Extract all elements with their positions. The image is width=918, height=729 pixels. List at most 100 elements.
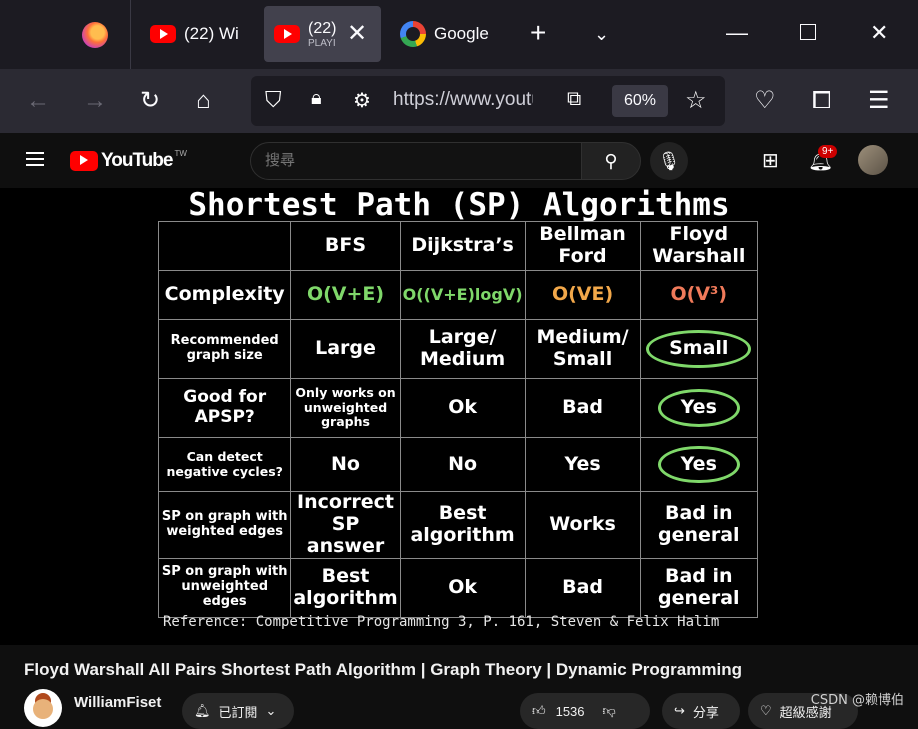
- youtube-play-icon: [70, 151, 98, 171]
- shield-icon[interactable]: ⛉: [265, 87, 282, 113]
- table-cell: Large/ Medium: [399, 319, 526, 379]
- table-cell: Bad in general: [639, 491, 759, 559]
- youtube-favicon-icon: [274, 25, 300, 43]
- bell-icon: 🔔︎: [194, 703, 211, 718]
- address-bar[interactable]: ⛉ 🔒︎ ⚙ https://www.youtu ⧉ 60% ☆: [251, 76, 725, 126]
- table-cell: No: [399, 437, 526, 492]
- highlight-circle: Yes: [657, 445, 740, 484]
- complexity-cell: O(VE): [524, 270, 641, 320]
- table-cell: Small: [639, 319, 759, 379]
- table-cell: Bad in general: [639, 557, 759, 618]
- firefox-icon[interactable]: [82, 22, 108, 48]
- forward-icon[interactable]: →: [83, 87, 107, 115]
- close-window-icon[interactable]: ✕: [870, 20, 888, 46]
- like-count: 1536: [555, 703, 585, 719]
- table-row: Recommended graph size Large Large/ Medi…: [157, 319, 759, 379]
- table-cell: Only works on unweighted graphs: [290, 378, 401, 438]
- super-thanks-icon: ♡: [760, 703, 772, 718]
- tab-google[interactable]: Google: [400, 6, 500, 62]
- row-label: Good for APSP?: [157, 378, 292, 438]
- table-cell: Bad: [524, 557, 641, 618]
- extensions-icon[interactable]: ⧠: [812, 87, 831, 115]
- picture-in-picture-icon[interactable]: ⧉: [567, 88, 581, 111]
- microphone-icon: 🎙︎: [657, 151, 681, 171]
- url-text[interactable]: https://www.youtu: [393, 89, 533, 111]
- table-corner-cell: [157, 221, 292, 271]
- column-header: Bellman Ford: [524, 221, 641, 271]
- table-cell: Ok: [399, 378, 526, 438]
- table-cell: Large: [290, 319, 401, 379]
- maximize-icon[interactable]: [800, 24, 816, 40]
- complexity-cell: O((V+E)logV): [399, 270, 526, 320]
- row-label: Can detect negative cycles?: [157, 437, 292, 492]
- table-cell: Yes: [639, 437, 759, 492]
- youtube-header: YouTube TW ⚲ 🎙︎ ⊞ 🔔︎ 9+: [0, 133, 918, 188]
- account-avatar[interactable]: [858, 145, 888, 175]
- subscribed-button[interactable]: 🔔︎ 已訂閱 ⌄: [182, 693, 294, 729]
- google-favicon-icon: [400, 21, 426, 47]
- slide-title: Shortest Path (SP) Algorithms: [188, 187, 730, 223]
- video-player[interactable]: Shortest Path (SP) Algorithms BFS Dijkst…: [0, 188, 918, 645]
- youtube-favicon-icon: [150, 25, 176, 43]
- bookmark-star-icon[interactable]: ☆: [685, 86, 707, 115]
- tab-playing-label: PLAYI: [308, 37, 336, 49]
- video-info: Floyd Warshall All Pairs Shortest Path A…: [0, 645, 918, 729]
- tab-text: (22) PLAYI: [308, 20, 344, 49]
- row-label: SP on graph with weighted edges: [157, 491, 292, 559]
- home-icon[interactable]: ⌂: [196, 87, 211, 115]
- close-tab-icon[interactable]: ✕: [347, 19, 367, 48]
- table-row: Complexity O(V+E) O((V+E)logV) O(VE) O(V…: [157, 270, 759, 320]
- tab-youtube-1[interactable]: (22) Wi: [150, 6, 260, 62]
- algorithms-comparison-table: BFS Dijkstra’s Bellman Ford Floyd Warsha…: [157, 221, 759, 618]
- back-icon[interactable]: ←: [26, 87, 50, 115]
- voice-search-button[interactable]: 🎙︎: [650, 142, 688, 180]
- thumbs-down-icon: 👎︎: [602, 703, 616, 718]
- row-label: Recommended graph size: [157, 319, 292, 379]
- create-video-icon[interactable]: ⊞: [762, 148, 779, 173]
- search-button[interactable]: ⚲: [581, 142, 641, 180]
- search-input[interactable]: [265, 151, 565, 169]
- zoom-level[interactable]: 60%: [612, 85, 668, 117]
- pocket-icon[interactable]: ♡: [754, 87, 776, 115]
- lock-icon[interactable]: 🔒︎: [311, 87, 322, 110]
- complexity-cell: O(V³): [639, 270, 759, 320]
- search-icon: ⚲: [604, 151, 618, 171]
- browser-navigation-bar: ← → ↻ ⌂ ⛉ 🔒︎ ⚙ https://www.youtu ⧉ 60% ☆…: [0, 69, 918, 133]
- tab-label: (22) Wi: [184, 24, 239, 43]
- column-header: Floyd Warshall: [639, 221, 759, 271]
- table-header-row: BFS Dijkstra’s Bellman Ford Floyd Warsha…: [157, 221, 759, 271]
- minimize-icon[interactable]: —: [726, 20, 748, 46]
- table-cell: Incorrect SP answer: [290, 491, 401, 559]
- table-cell: Yes: [524, 437, 641, 492]
- youtube-logo[interactable]: YouTube TW: [70, 149, 187, 172]
- guide-menu-icon[interactable]: [26, 152, 44, 166]
- share-label: 分享: [692, 704, 719, 720]
- table-cell: Best algorithm: [399, 491, 526, 559]
- slide-reference: Reference: Competitive Programming 3, P.…: [163, 614, 720, 630]
- menu-icon[interactable]: ☰: [868, 87, 890, 115]
- permissions-icon[interactable]: ⚙: [353, 88, 371, 113]
- video-title: Floyd Warshall All Pairs Shortest Path A…: [24, 660, 742, 679]
- column-header: BFS: [290, 221, 401, 271]
- complexity-cell: O(V+E): [290, 270, 401, 320]
- table-cell: No: [290, 437, 401, 492]
- reload-icon[interactable]: ↻: [140, 87, 160, 115]
- channel-avatar[interactable]: [24, 689, 62, 727]
- tab-youtube-playing[interactable]: (22) PLAYI ✕: [264, 6, 381, 62]
- new-tab-icon[interactable]: +: [530, 17, 546, 49]
- highlight-circle: Yes: [657, 389, 740, 427]
- table-cell: Medium/ Small: [524, 319, 641, 379]
- table-cell: Bad: [524, 378, 641, 438]
- row-label: SP on graph with unweighted edges: [157, 557, 292, 618]
- youtube-wordmark: YouTube: [101, 150, 173, 171]
- table-cell: Yes: [639, 378, 759, 438]
- tab-divider: [130, 0, 131, 69]
- row-label: Complexity: [157, 270, 292, 320]
- table-cell: Best algorithm: [290, 557, 401, 618]
- list-all-tabs-icon[interactable]: ⌄: [594, 24, 609, 45]
- thumbs-up-icon: 👍︎: [532, 703, 546, 718]
- channel-name[interactable]: WilliamFiset: [74, 694, 161, 711]
- table-row: SP on graph with weighted edges Incorrec…: [157, 491, 759, 559]
- share-button[interactable]: ↪ 分享: [662, 693, 740, 729]
- like-dislike-button[interactable]: 👍︎ 1536 👎︎: [520, 693, 650, 729]
